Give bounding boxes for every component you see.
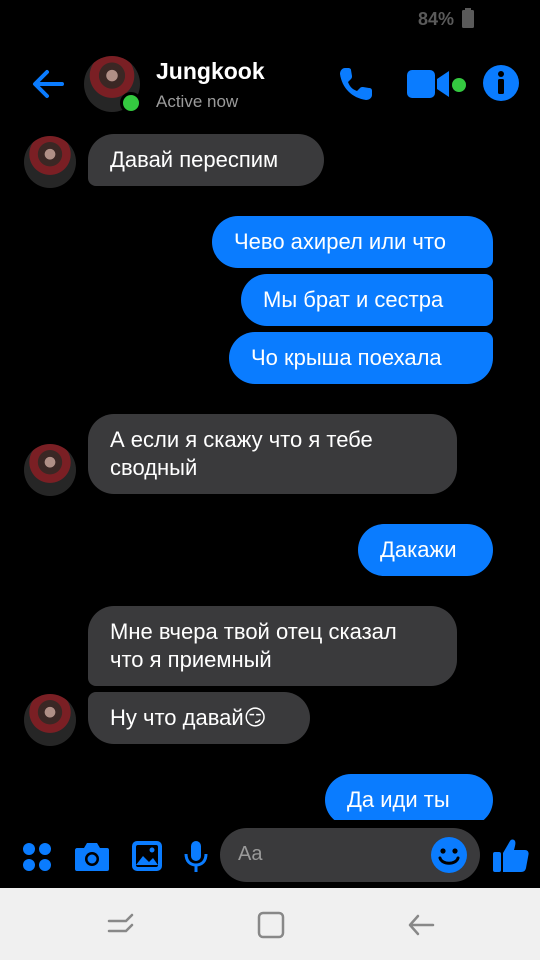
message-avatar[interactable]	[24, 694, 76, 746]
image-icon[interactable]	[131, 840, 163, 872]
outgoing-message[interactable]: Чево ахирел или что	[212, 216, 493, 268]
online-indicator	[120, 92, 142, 114]
outgoing-message[interactable]: Чо крыша поехала	[229, 332, 493, 384]
chat-header: Jungkook Active now	[0, 36, 540, 132]
info-icon[interactable]	[482, 64, 520, 102]
message-input[interactable]: Aa	[220, 828, 480, 882]
emoji-icon[interactable]	[430, 836, 468, 874]
contact-avatar[interactable]	[84, 56, 142, 114]
incoming-message[interactable]: Мне вчера твой отец сказал что я приемны…	[88, 606, 457, 686]
home-icon[interactable]	[256, 910, 286, 940]
status-bar: 84%	[0, 0, 540, 36]
apps-grid-icon[interactable]	[22, 842, 52, 872]
message-avatar[interactable]	[24, 136, 76, 188]
thumbs-up-icon[interactable]	[492, 836, 530, 874]
message-input-placeholder: Aa	[238, 843, 263, 865]
system-nav-bar	[0, 888, 540, 960]
message-avatar[interactable]	[24, 444, 76, 496]
outgoing-message[interactable]: Мы брат и сестра	[241, 274, 493, 326]
composer-bar: Aa	[0, 826, 540, 886]
incoming-message[interactable]: Ну что давай😏	[88, 692, 310, 744]
video-online-dot	[452, 78, 466, 92]
microphone-icon[interactable]	[183, 840, 209, 874]
video-camera-icon[interactable]	[406, 66, 450, 102]
battery-percent: 84%	[417, 9, 454, 29]
phone-icon[interactable]	[336, 64, 376, 104]
camera-icon[interactable]	[74, 840, 110, 872]
contact-name[interactable]: Jungkook	[156, 58, 265, 85]
outgoing-message[interactable]: Да иди ты	[325, 774, 493, 820]
back-arrow-icon[interactable]	[28, 64, 68, 104]
incoming-message[interactable]: А если я скажу что я тебе сводный	[88, 414, 457, 494]
incoming-message[interactable]: Давай переспим	[88, 134, 324, 186]
battery-icon	[462, 8, 474, 28]
outgoing-message[interactable]: Дакажи	[358, 524, 493, 576]
contact-status: Active now	[156, 92, 239, 111]
back-icon[interactable]	[406, 910, 436, 940]
message-thread[interactable]: Давай переспим Чево ахирел или что Мы бр…	[0, 132, 540, 820]
recent-apps-icon[interactable]	[106, 910, 136, 940]
